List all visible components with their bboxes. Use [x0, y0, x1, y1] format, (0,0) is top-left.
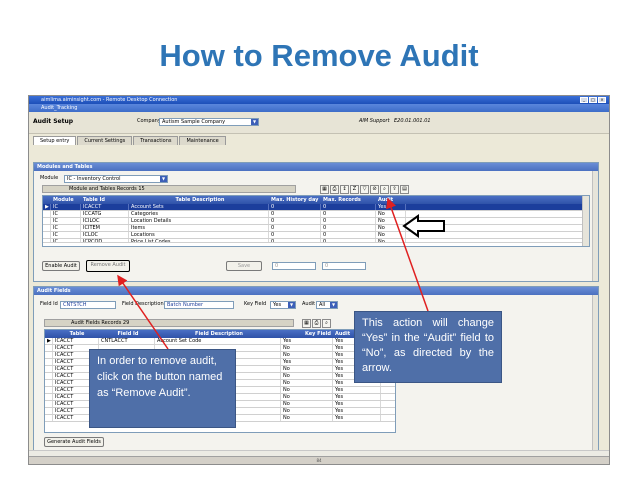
- callout-right: This action will change “Yes” in the “Au…: [354, 311, 502, 383]
- arrow-to-audit-value: [386, 197, 429, 312]
- callout-left: In order to remove audit, click on the b…: [89, 349, 236, 428]
- arrow-to-remove-audit: [117, 274, 169, 350]
- left-block-arrow-icon: [402, 214, 445, 238]
